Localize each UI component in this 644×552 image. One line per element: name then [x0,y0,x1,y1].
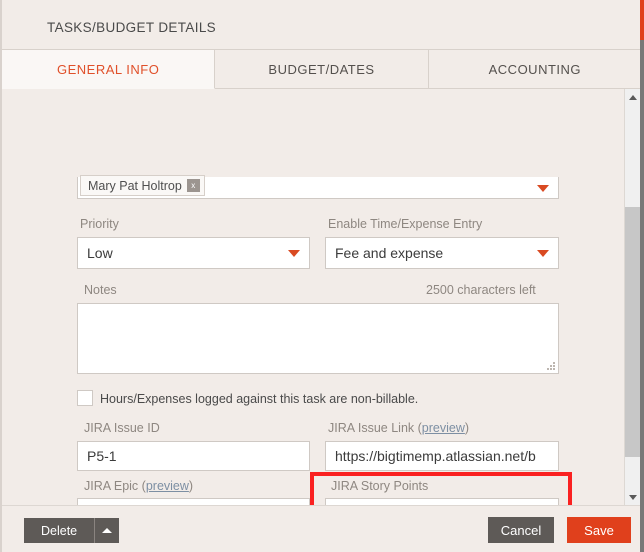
time-expense-entry-select[interactable]: Fee and expense [325,237,559,269]
jira-issue-id-input[interactable]: P5-1 [77,441,310,471]
general-info-form: Mary Pat Holtrop x Priority Low Enable T… [2,89,619,506]
tab-accounting-label: ACCOUNTING [488,61,582,77]
tab-general-info[interactable]: GENERAL INFO [2,50,216,89]
notes-textarea[interactable] [77,303,559,374]
staff-token[interactable]: Mary Pat Holtrop x [80,175,205,196]
jira-issue-id-value: P5-1 [87,448,117,464]
jira-issue-link-label-close: ) [464,421,470,435]
priority-select[interactable]: Low [77,237,310,269]
staff-token-label: Mary Pat Holtrop [88,178,182,193]
delete-dropdown-caret-up-icon[interactable] [94,518,120,543]
modal-footer: Delete Cancel Save [2,505,641,552]
time-expense-entry-value: Fee and expense [335,245,444,261]
notes-character-counter: 2500 characters left [426,283,536,297]
delete-button-group: Delete [24,518,120,543]
tab-bar: GENERAL INFO BUDGET/DATES ACCOUNTING [2,50,641,89]
scrollbar-thumb[interactable] [625,207,641,457]
jira-epic-preview-link[interactable]: preview [146,479,189,493]
window-right-edge [640,0,644,552]
jira-story-points-label: JIRA Story Points [331,479,429,493]
notes-label: Notes [84,283,117,297]
page-title: TASKS/BUDGET DETAILS [47,20,217,35]
time-expense-entry-label: Enable Time/Expense Entry [328,217,483,231]
form-scrollbar[interactable] [624,89,641,506]
chevron-down-icon[interactable] [537,250,549,257]
chevron-down-icon[interactable] [537,184,549,192]
jira-issue-link-input[interactable]: https://bigtimemp.atlassian.net/b [325,441,559,471]
jira-issue-link-value: https://bigtimemp.atlassian.net/b [335,448,536,464]
notes-resize-handle[interactable] [547,362,556,371]
form-scroll-region: Mary Pat Holtrop x Priority Low Enable T… [2,89,641,506]
scroll-down-arrow-icon[interactable] [625,489,641,506]
jira-issue-link-label: JIRA Issue Link (preview) [328,421,469,435]
staff-token-remove-icon[interactable]: x [186,179,200,192]
priority-value: Low [87,245,113,261]
jira-epic-label-close: ) [188,479,194,493]
jira-issue-link-preview-link[interactable]: preview [422,421,465,435]
tab-general-info-label: GENERAL INFO [57,61,160,77]
tab-budget-dates[interactable]: BUDGET/DATES [215,50,429,88]
window-right-edge-accent [640,0,644,40]
tab-accounting[interactable]: ACCOUNTING [429,50,641,88]
staff-assigned-select[interactable]: Mary Pat Holtrop x [77,175,559,199]
tab-budget-dates-label: BUDGET/DATES [268,61,375,77]
non-billable-checkbox[interactable] [77,390,93,406]
jira-epic-label-text: JIRA Epic ( [84,479,146,493]
jira-epic-label: JIRA Epic (preview) [84,479,193,493]
chevron-down-icon[interactable] [288,250,300,257]
jira-issue-id-label: JIRA Issue ID [84,421,160,435]
left-edge-accent-marker [0,36,2,42]
scroll-up-arrow-icon[interactable] [625,89,641,106]
priority-label: Priority [80,217,119,231]
delete-button[interactable]: Delete [24,518,95,543]
modal-header: TASKS/BUDGET DETAILS [2,0,641,50]
cancel-button[interactable]: Cancel [488,517,554,543]
non-billable-label: Hours/Expenses logged against this task … [100,392,419,406]
save-button[interactable]: Save [567,517,631,543]
jira-issue-link-label-text: JIRA Issue Link ( [328,421,422,435]
task-details-modal: TASKS/BUDGET DETAILS GENERAL INFO BUDGET… [0,0,644,552]
